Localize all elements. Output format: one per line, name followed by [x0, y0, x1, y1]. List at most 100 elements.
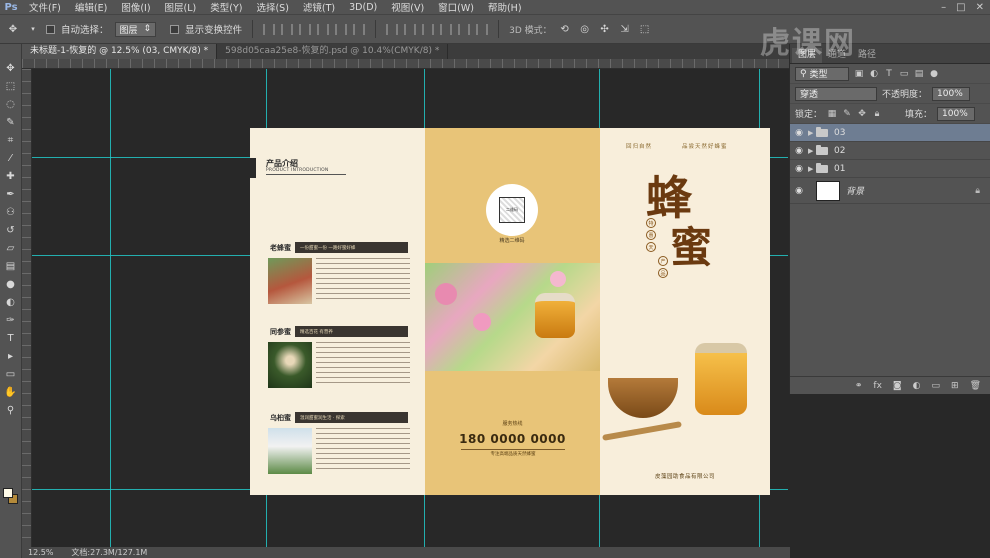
- quick-select-tool-icon[interactable]: ✎: [4, 116, 18, 129]
- layer-filter-dropdown[interactable]: ⚲ 类型: [795, 66, 849, 81]
- lock-transparent-icon[interactable]: ▦: [827, 109, 837, 119]
- document-tab[interactable]: 598d05caa25e8-恢复的.psd @ 10.4%(CMYK/8) *: [217, 44, 449, 59]
- brush-tool-icon[interactable]: ✒: [4, 188, 18, 201]
- tab-channels[interactable]: 通道: [822, 48, 852, 63]
- zoom-level[interactable]: 12.5%: [28, 548, 53, 557]
- filter-smart-icon[interactable]: ▤: [914, 69, 924, 79]
- lock-all-icon[interactable]: 🔒︎: [872, 109, 882, 119]
- link-layers-icon[interactable]: ⚭: [855, 381, 863, 391]
- chevron-right-icon[interactable]: ▶: [808, 165, 816, 173]
- path-select-tool-icon[interactable]: ▸: [4, 350, 18, 363]
- chevron-down-icon[interactable]: ▾: [26, 23, 40, 36]
- eye-icon[interactable]: ◉: [790, 146, 808, 156]
- move-tool-icon[interactable]: ✥: [4, 62, 18, 75]
- filter-pixel-icon[interactable]: ▣: [854, 69, 864, 79]
- menu-select[interactable]: 选择(S): [249, 0, 295, 14]
- lock-position-icon[interactable]: ✥: [857, 109, 867, 119]
- distribute-left-icon[interactable]: [440, 23, 453, 35]
- distribute-hcenter-icon[interactable]: [458, 23, 471, 35]
- filter-type-icon[interactable]: T: [884, 69, 894, 79]
- horizontal-ruler[interactable]: [22, 59, 790, 69]
- align-top-icon[interactable]: [263, 23, 276, 35]
- menu-3d[interactable]: 3D(D): [342, 2, 384, 13]
- rotate-3d-icon[interactable]: ⟲: [558, 23, 572, 36]
- layer-row[interactable]: ◉ ▶ 03: [790, 124, 990, 142]
- dodge-tool-icon[interactable]: ◐: [4, 296, 18, 309]
- slide-3d-icon[interactable]: ⇲: [618, 23, 632, 36]
- align-hcenter-icon[interactable]: [335, 23, 348, 35]
- new-group-icon[interactable]: ▭: [932, 381, 941, 391]
- crop-tool-icon[interactable]: ⌗: [4, 134, 18, 147]
- distribute-top-icon[interactable]: [386, 23, 399, 35]
- menu-type[interactable]: 类型(Y): [203, 0, 249, 14]
- clone-tool-icon[interactable]: ⚇: [4, 206, 18, 219]
- document-info[interactable]: 文档:27.3M/127.1M: [71, 547, 147, 558]
- blend-mode-dropdown[interactable]: 穿透: [795, 86, 877, 101]
- align-bottom-icon[interactable]: [299, 23, 312, 35]
- close-icon[interactable]: ✕: [976, 2, 984, 13]
- canvas-area[interactable]: 产品介绍 PRODUCT INTRODUCTION 老蜂蜜 一份甜蜜一份 一路好…: [32, 69, 788, 547]
- align-vcenter-icon[interactable]: [281, 23, 294, 35]
- menu-layer[interactable]: 图层(L): [158, 0, 204, 14]
- layer-row-background[interactable]: ◉ 背景 🔒︎: [790, 178, 990, 204]
- auto-select-dropdown[interactable]: 图层 ⇕: [114, 21, 157, 37]
- filter-adjust-icon[interactable]: ◐: [869, 69, 879, 79]
- align-left-icon[interactable]: [317, 23, 330, 35]
- move-tool-icon[interactable]: ✥: [6, 23, 20, 36]
- menu-window[interactable]: 窗口(W): [431, 0, 481, 14]
- chevron-right-icon[interactable]: ▶: [808, 147, 816, 155]
- gradient-tool-icon[interactable]: ▤: [4, 260, 18, 273]
- lasso-tool-icon[interactable]: ◌: [4, 98, 18, 111]
- menu-filter[interactable]: 滤镜(T): [296, 0, 342, 14]
- new-layer-icon[interactable]: ⊞: [951, 381, 959, 391]
- distribute-vcenter-icon[interactable]: [404, 23, 417, 35]
- zoom-tool-icon[interactable]: ⚲: [4, 404, 18, 417]
- layer-row[interactable]: ◉ ▶ 01: [790, 160, 990, 178]
- document-tab-active[interactable]: 未标题-1-恢复的 @ 12.5% (03, CMYK/8) *: [22, 44, 218, 59]
- shape-tool-icon[interactable]: ▭: [4, 368, 18, 381]
- filter-shape-icon[interactable]: ▭: [899, 69, 909, 79]
- chevron-right-icon[interactable]: ▶: [808, 129, 816, 137]
- delete-layer-icon[interactable]: 🗑︎: [970, 381, 981, 391]
- scale-3d-icon[interactable]: ⬚: [638, 23, 652, 36]
- auto-select-checkbox[interactable]: [46, 24, 55, 34]
- foreground-color-swatch[interactable]: [3, 488, 13, 498]
- eye-icon[interactable]: ◉: [790, 164, 808, 174]
- guide-vertical[interactable]: [110, 69, 111, 547]
- minimize-icon[interactable]: –: [941, 2, 946, 13]
- adjustment-layer-icon[interactable]: ◐: [913, 381, 921, 391]
- type-tool-icon[interactable]: T: [4, 332, 18, 345]
- menu-edit[interactable]: 编辑(E): [68, 0, 114, 14]
- layer-row[interactable]: ◉ ▶ 02: [790, 142, 990, 160]
- distribute-right-icon[interactable]: [476, 23, 489, 35]
- layer-style-icon[interactable]: fx: [873, 381, 882, 391]
- pen-tool-icon[interactable]: ✑: [4, 314, 18, 327]
- show-transform-checkbox[interactable]: [170, 24, 180, 34]
- pan-3d-icon[interactable]: ✣: [598, 23, 612, 36]
- lock-pixels-icon[interactable]: ✎: [842, 109, 852, 119]
- menu-view[interactable]: 视图(V): [384, 0, 431, 14]
- marquee-tool-icon[interactable]: ⬚: [4, 80, 18, 93]
- eraser-tool-icon[interactable]: ▱: [4, 242, 18, 255]
- blur-tool-icon[interactable]: ●: [4, 278, 18, 291]
- tab-paths[interactable]: 路径: [852, 48, 882, 63]
- history-brush-tool-icon[interactable]: ↺: [4, 224, 18, 237]
- eyedropper-tool-icon[interactable]: ⁄: [4, 152, 18, 165]
- menu-help[interactable]: 帮助(H): [481, 0, 529, 14]
- menu-file[interactable]: 文件(F): [22, 0, 68, 14]
- maximize-icon[interactable]: □: [956, 2, 965, 13]
- align-right-icon[interactable]: [353, 23, 366, 35]
- healing-tool-icon[interactable]: ✚: [4, 170, 18, 183]
- fill-input[interactable]: 100%: [937, 106, 976, 121]
- opacity-input[interactable]: 100%: [932, 86, 971, 101]
- tab-layers[interactable]: 图层: [792, 48, 823, 63]
- hand-tool-icon[interactable]: ✋: [4, 386, 18, 399]
- filter-toggle-icon[interactable]: ●: [929, 69, 939, 79]
- add-mask-icon[interactable]: ◙: [893, 381, 902, 391]
- eye-icon[interactable]: ◉: [790, 128, 808, 138]
- menu-image[interactable]: 图像(I): [114, 0, 157, 14]
- eye-icon[interactable]: ◉: [790, 186, 808, 196]
- distribute-bottom-icon[interactable]: [422, 23, 435, 35]
- vertical-ruler[interactable]: [22, 69, 32, 547]
- roll-3d-icon[interactable]: ◎: [578, 23, 592, 36]
